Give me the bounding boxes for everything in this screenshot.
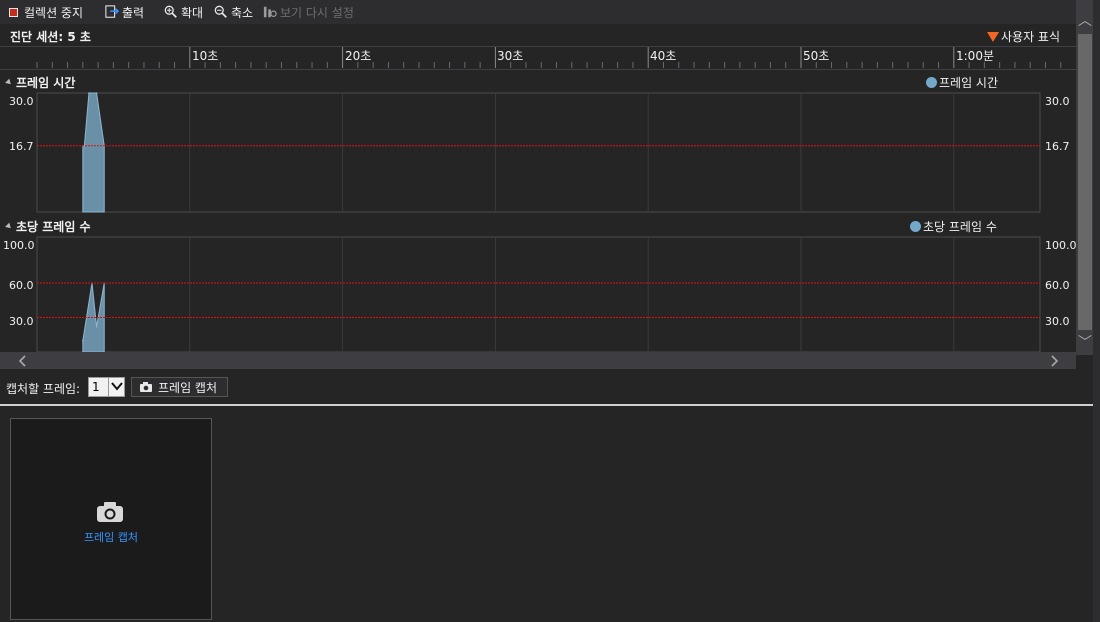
frames-to-capture-value: 1 bbox=[92, 380, 100, 394]
user-marks-toggle[interactable]: 사용자 표식 bbox=[986, 28, 1060, 45]
legend-dot-icon bbox=[926, 77, 937, 88]
fps-legend: 초당 프레임 수 bbox=[910, 218, 997, 235]
fps-section-header[interactable]: 초당 프레임 수 bbox=[5, 218, 91, 235]
frame-time-legend: 프레임 시간 bbox=[926, 74, 998, 91]
chart-data-point bbox=[82, 339, 84, 342]
fps-y-label-left: 100.0 bbox=[3, 239, 35, 252]
frame-time-y-label-right: 30.0 bbox=[1045, 95, 1070, 108]
export-icon bbox=[105, 5, 120, 18]
chart-data-point bbox=[88, 92, 90, 94]
export-button[interactable]: 출력 bbox=[105, 3, 144, 21]
ruler-tick-label: 1:00분 bbox=[956, 49, 994, 63]
session-bar bbox=[0, 24, 1076, 46]
chart-plot-area bbox=[36, 236, 1041, 353]
scroll-left-icon[interactable] bbox=[17, 355, 27, 367]
frame-time-y-label-left: 16.7 bbox=[9, 140, 34, 153]
chevron-down-icon bbox=[110, 382, 123, 391]
zoom-in-button[interactable]: 확대 bbox=[164, 3, 203, 21]
user-mark-icon bbox=[986, 31, 999, 42]
ruler-tick-label: 10초 bbox=[192, 49, 219, 63]
frame-time-y-label-left: 30.0 bbox=[9, 95, 34, 108]
frames-to-capture-select[interactable]: 1 bbox=[88, 377, 125, 397]
scroll-right-icon[interactable] bbox=[1050, 355, 1060, 367]
camera-icon bbox=[97, 502, 123, 522]
session-duration-label: 진단 세션: 5 초 bbox=[10, 30, 91, 44]
camera-icon bbox=[140, 382, 152, 392]
reset-view-icon bbox=[263, 6, 277, 18]
collapse-triangle-icon bbox=[5, 222, 13, 231]
reset-view-button[interactable]: 보기 다시 설정 bbox=[263, 3, 354, 21]
chart-plot-area bbox=[36, 92, 1041, 213]
window-edge bbox=[1093, 0, 1100, 622]
collapse-triangle-icon bbox=[5, 78, 13, 87]
scroll-down-icon[interactable]: ﹀ bbox=[1078, 336, 1092, 350]
capture-frame-button[interactable]: 프레임 캡처 bbox=[131, 377, 228, 397]
dropdown-button[interactable] bbox=[107, 378, 124, 396]
ruler-tick-label: 20초 bbox=[345, 49, 372, 63]
time-ruler[interactable]: 10초 20초 30초 40초 50초 1:00분 bbox=[0, 46, 1076, 70]
horizontal-scrollbar[interactable] bbox=[0, 352, 1076, 369]
toolbar: 컬렉션 중지 출력 확대 축소 보기 다시 설정 bbox=[0, 0, 1100, 24]
fps-y-label-right: 30.0 bbox=[1045, 315, 1070, 328]
frame-time-chart[interactable] bbox=[36, 92, 1041, 213]
vertical-scrollbar-thumb[interactable] bbox=[1078, 34, 1092, 330]
frame-time-section-header[interactable]: 프레임 시간 bbox=[5, 74, 75, 91]
scroll-up-icon[interactable]: ︿ bbox=[1078, 14, 1092, 28]
ruler-ticks bbox=[36, 47, 1062, 68]
fps-chart[interactable] bbox=[36, 236, 1041, 353]
legend-dot-icon bbox=[910, 221, 921, 232]
zoom-out-icon bbox=[214, 5, 227, 18]
fps-y-label-right: 100.0 bbox=[1045, 239, 1077, 252]
stop-icon bbox=[9, 7, 18, 17]
fps-y-label-right: 60.0 bbox=[1045, 279, 1070, 292]
zoom-out-button[interactable]: 축소 bbox=[214, 3, 253, 21]
frame-time-y-label-right: 16.7 bbox=[1045, 140, 1070, 153]
ruler-tick-label: 50초 bbox=[803, 49, 830, 63]
capture-frame-tile-label: 프레임 캡처 bbox=[83, 531, 139, 544]
ruler-tick-label: 30초 bbox=[497, 49, 524, 63]
stop-collection-button[interactable]: 컬렉션 중지 bbox=[8, 3, 83, 21]
frames-to-capture-label: 캡처할 프레임: bbox=[6, 382, 81, 396]
capture-frame-tile[interactable]: 프레임 캡처 bbox=[10, 418, 212, 620]
fps-y-label-left: 60.0 bbox=[9, 279, 34, 292]
ruler-tick-label: 40초 bbox=[650, 49, 677, 63]
chart-data-point bbox=[95, 325, 98, 328]
fps-y-label-left: 30.0 bbox=[9, 315, 34, 328]
chart-data-point bbox=[95, 92, 98, 94]
zoom-in-icon bbox=[164, 5, 177, 18]
